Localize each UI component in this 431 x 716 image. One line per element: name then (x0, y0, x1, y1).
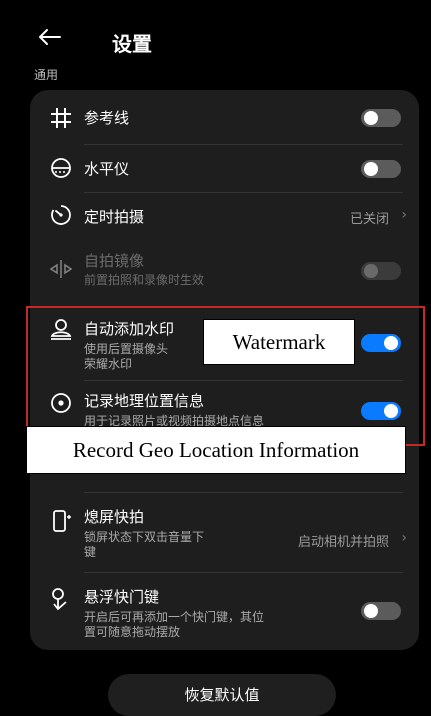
setting-description: 锁屏状态下双击音量下 键 (84, 530, 205, 559)
page-title: 设置 (112, 32, 152, 56)
setting-label: 悬浮快门键 (84, 588, 160, 606)
setting-record-location[interactable]: 记录地理位置信息 用于记录照片或视频拍摄地点信息 (30, 380, 419, 430)
location-icon (51, 393, 71, 413)
setting-label: 自拍镜像 (84, 252, 145, 270)
level-icon (51, 158, 71, 178)
toggle-switch[interactable] (361, 334, 401, 352)
toggle-switch (361, 262, 401, 280)
setting-label: 记录地理位置信息 (84, 392, 205, 410)
setting-label: 参考线 (84, 109, 130, 127)
arrow-left-icon[interactable] (34, 22, 64, 52)
setting-reference-line[interactable]: 参考线 (30, 90, 419, 144)
setting-description: 开启后可再添加一个快门键，其位 置可随意拖动摆放 (84, 610, 265, 639)
setting-selfie-mirror: 自拍镜像 前置拍照和录像时生效 (30, 240, 419, 300)
setting-level[interactable]: 水平仪 (30, 144, 419, 192)
setting-screen-off-snap[interactable]: 熄屏快拍 锁屏状态下双击音量下 键 启动相机并拍照 › (30, 498, 419, 570)
toggle-switch[interactable] (361, 402, 401, 420)
chevron-right-icon: › (401, 207, 407, 223)
watermark-annotation: Watermark (203, 319, 355, 365)
quick-snap-icon (53, 510, 71, 532)
setting-value: 启动相机并拍照 (297, 535, 389, 550)
header: 设置 通用 (0, 0, 431, 86)
divider (84, 572, 403, 573)
watermark-icon (50, 319, 72, 340)
floating-shutter-icon (52, 588, 67, 611)
toggle-switch[interactable] (361, 602, 401, 620)
divider (84, 492, 403, 493)
toggle-switch[interactable] (361, 109, 401, 127)
setting-label: 水平仪 (84, 160, 130, 178)
chevron-right-icon: › (401, 530, 407, 546)
reset-defaults-button[interactable]: 恢复默认值 (108, 674, 336, 716)
setting-floating-shutter[interactable]: 悬浮快门键 开启后可再添加一个快门键，其位 置可随意拖动摆放 (30, 578, 419, 650)
setting-timer[interactable]: 定时拍摄 已关闭 › (30, 192, 419, 240)
setting-value: 已关闭 (349, 212, 389, 227)
settings-card: 参考线 水平仪 定时拍摄 已关闭 › 自拍镜像 前置拍照和录像时生效 自动添加水… (30, 90, 419, 650)
setting-label: 定时拍摄 (84, 208, 145, 226)
setting-label: 熄屏快拍 (84, 508, 145, 526)
setting-description: 前置拍照和录像时生效 (84, 273, 205, 287)
setting-label: 自动添加水印 (84, 320, 175, 338)
mirror-icon (49, 260, 73, 278)
toggle-switch[interactable] (361, 160, 401, 178)
section-label: 通用 (34, 68, 59, 82)
grid-icon (51, 108, 71, 128)
geo-annotation: Record Geo Location Information (26, 426, 406, 474)
timer-icon (51, 205, 71, 225)
